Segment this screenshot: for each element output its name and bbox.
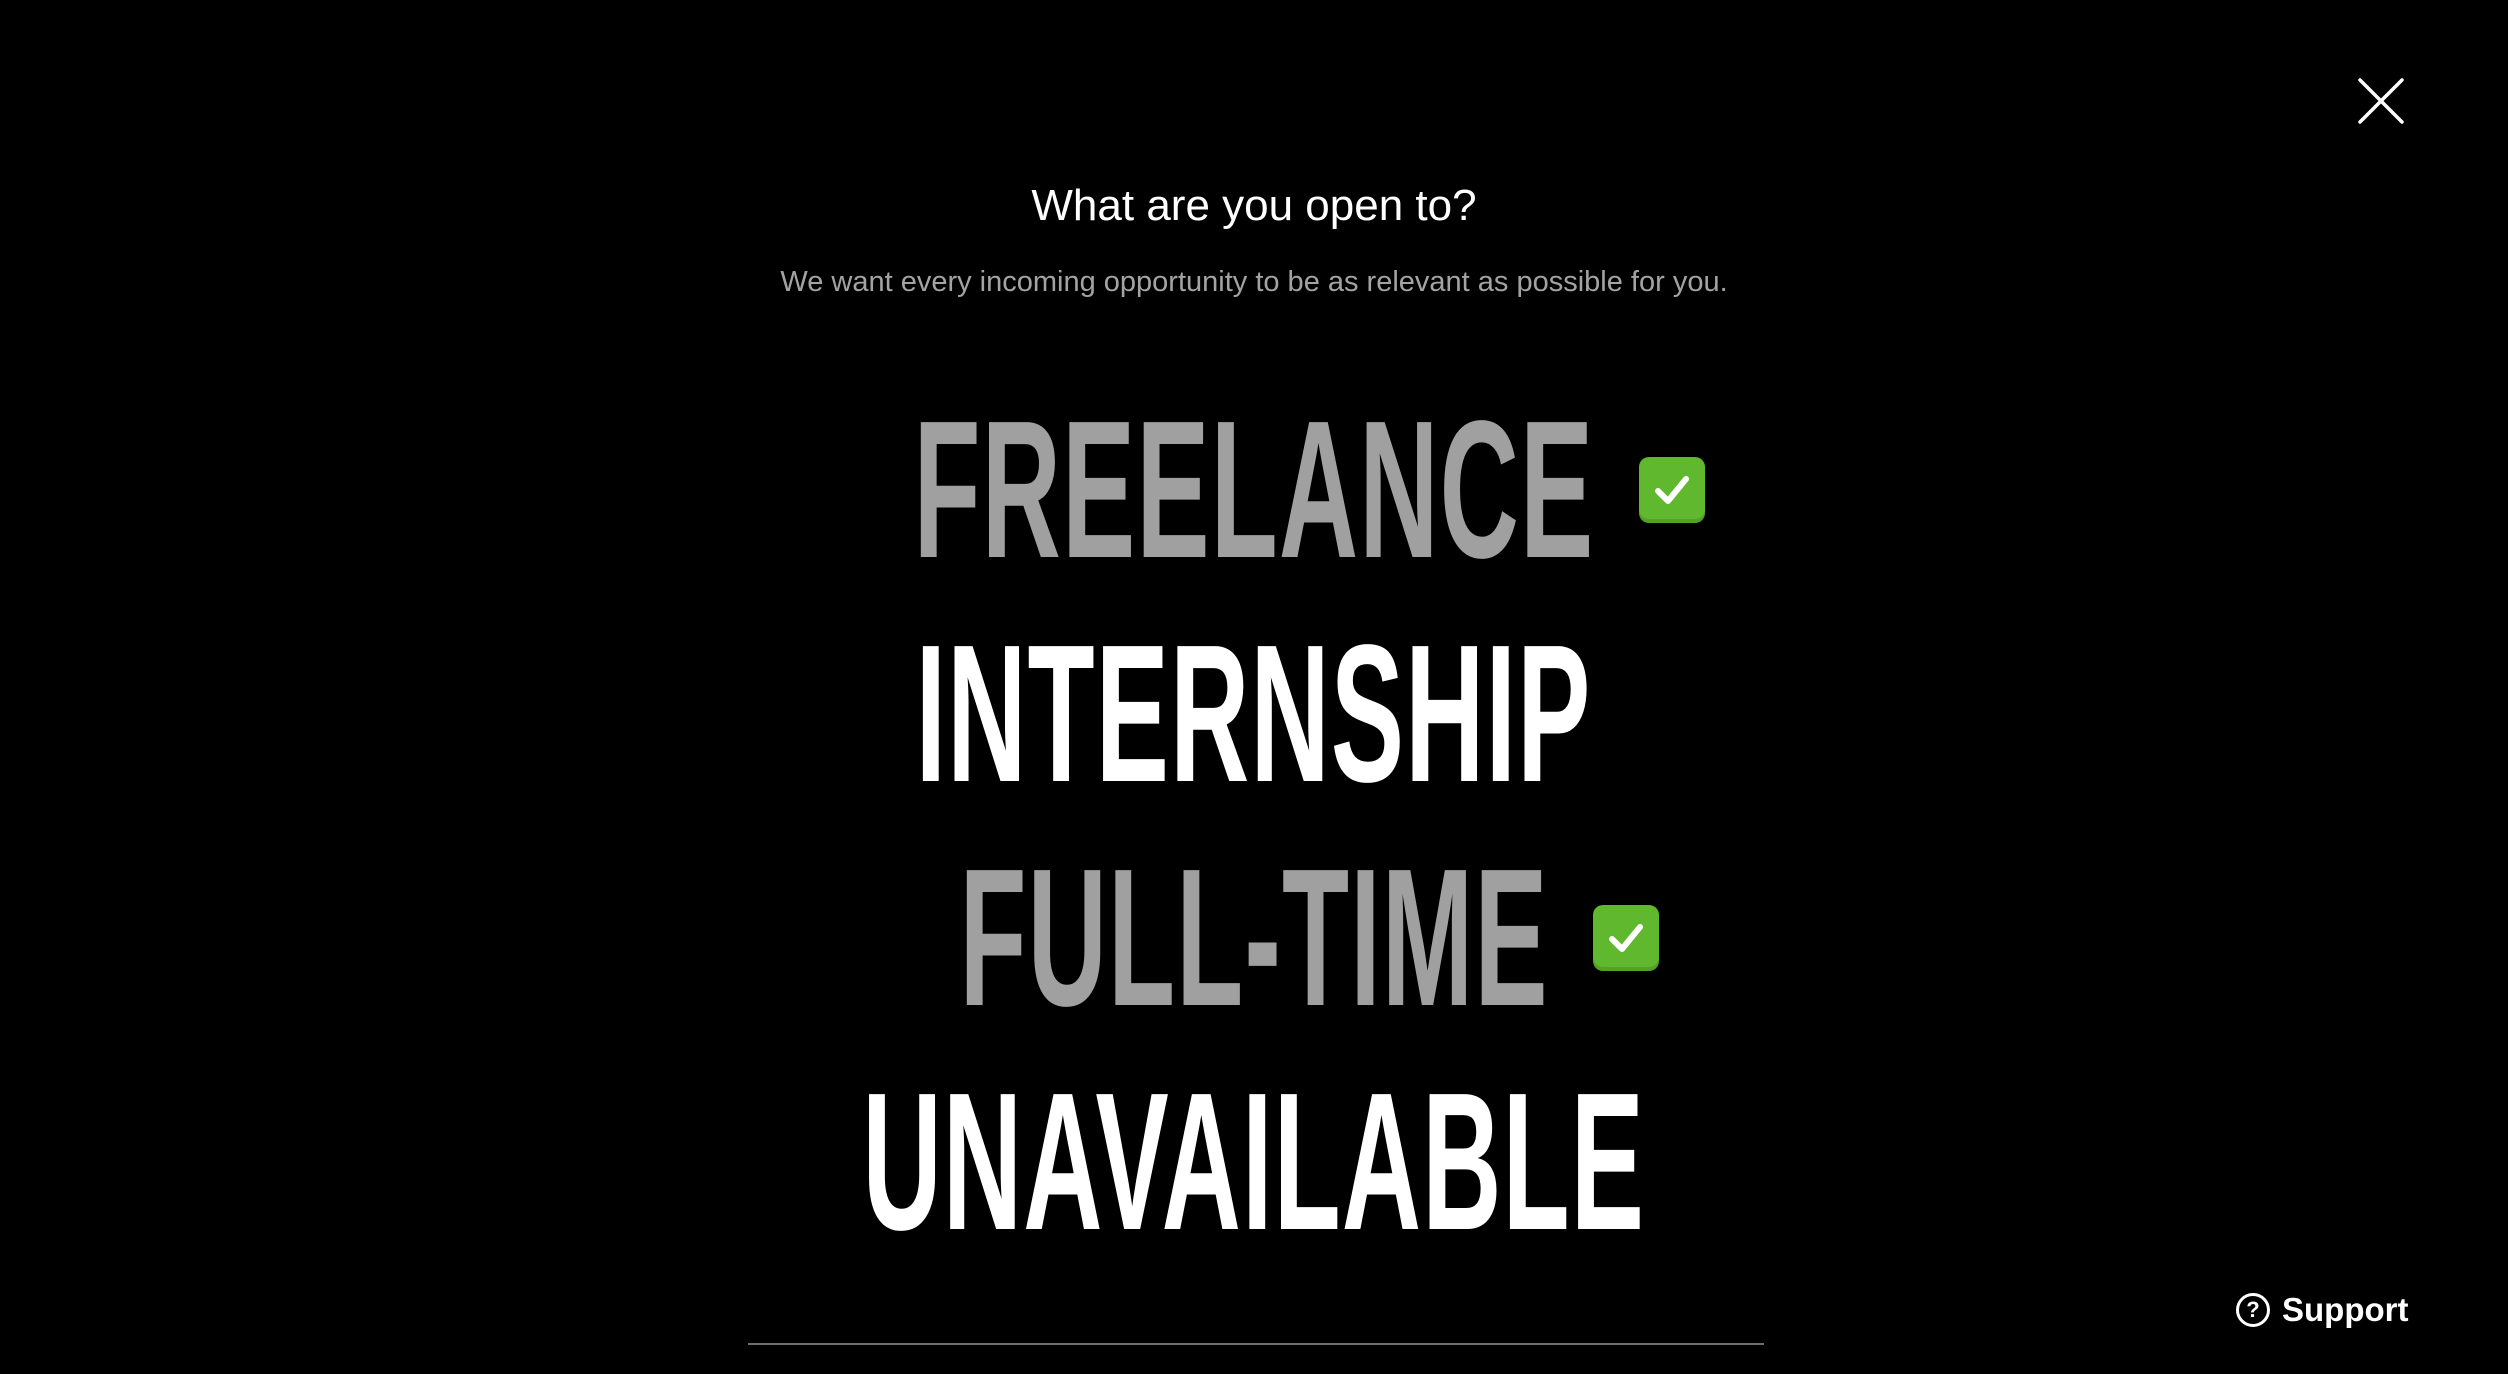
option-unavailable[interactable]: UNAVAILABLE <box>0 1050 2508 1274</box>
option-label: UNAVAILABLE <box>862 1052 1646 1271</box>
availability-options: FREELANCE INTERNSHIP FULL-TIME UNAVAILAB… <box>0 378 2508 1274</box>
option-freelance[interactable]: FREELANCE <box>0 378 2508 602</box>
option-label: FREELANCE <box>913 380 1595 599</box>
option-full-time[interactable]: FULL-TIME <box>0 826 2508 1050</box>
dialog-subtitle: We want every incoming opportunity to be… <box>780 266 1728 298</box>
option-internship[interactable]: INTERNSHIP <box>0 602 2508 826</box>
checkmark-icon <box>1592 905 1659 971</box>
divider <box>748 1343 1764 1345</box>
option-label: FULL-TIME <box>959 828 1549 1047</box>
dialog-title: What are you open to? <box>1031 181 1477 230</box>
checkmark-icon <box>1638 457 1705 523</box>
question-circle-icon: ? <box>2236 1293 2270 1327</box>
option-label: INTERNSHIP <box>916 604 1592 823</box>
support-button[interactable]: ? Support <box>2236 1288 2408 1332</box>
close-button[interactable] <box>2356 76 2406 126</box>
close-icon <box>2358 78 2404 124</box>
support-label: Support <box>2282 1291 2409 1328</box>
